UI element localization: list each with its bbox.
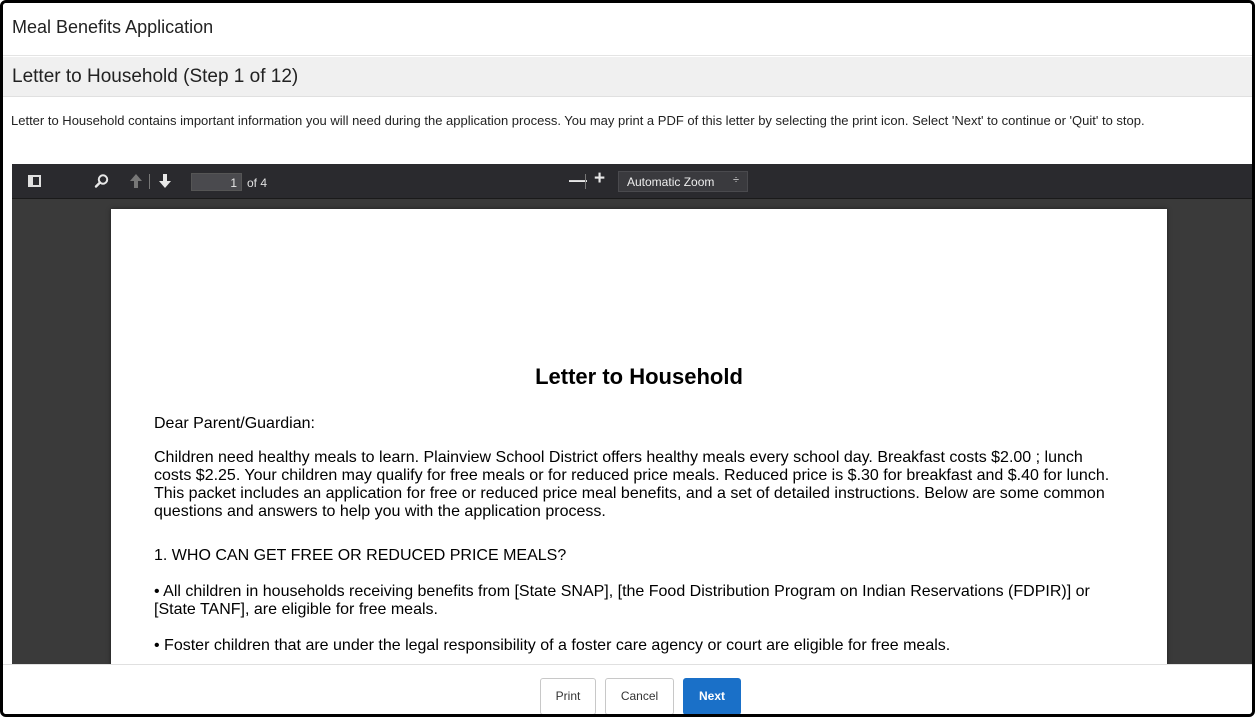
zoom-divider: [585, 174, 586, 189]
search-icon[interactable]: [94, 173, 110, 189]
arrow-up-icon[interactable]: [129, 173, 143, 189]
document-question: 1. WHO CAN GET FREE OR REDUCED PRICE MEA…: [154, 547, 567, 564]
footer-actions: Print Cancel Next: [3, 664, 1252, 714]
toolbar-divider: [149, 174, 150, 189]
document-bullet: • All children in households receiving b…: [154, 583, 1090, 618]
step-heading: Letter to Household (Step 1 of 12): [3, 57, 1252, 97]
select-caret-icon: ÷: [732, 174, 739, 186]
pdf-viewer: of 4 — + Automatic Zoom ÷ Letter to Hous…: [12, 164, 1252, 664]
next-button[interactable]: Next: [683, 678, 741, 714]
zoom-select[interactable]: Automatic Zoom ÷: [618, 171, 748, 192]
application-window: Meal Benefits Application Letter to Hous…: [0, 0, 1255, 717]
document-title: Letter to Household: [535, 364, 743, 389]
zoom-in-button[interactable]: +: [594, 169, 605, 188]
arrow-down-icon[interactable]: [158, 173, 172, 189]
pdf-toolbar: of 4 — + Automatic Zoom ÷: [12, 164, 1252, 199]
page-count: of 4: [247, 176, 268, 190]
sidebar-toggle-icon[interactable]: [28, 175, 41, 187]
document-paragraph: Children need healthy meals to learn. Pl…: [154, 449, 1110, 520]
document-greeting: Dear Parent/Guardian:: [154, 415, 315, 432]
print-button[interactable]: Print: [540, 678, 596, 714]
cancel-button[interactable]: Cancel: [605, 678, 674, 714]
instructions-text: Letter to Household contains important i…: [11, 113, 1145, 128]
document-bullet: • Foster children that are under the leg…: [154, 637, 951, 654]
app-title: Meal Benefits Application: [3, 3, 1252, 56]
zoom-select-label: Automatic Zoom: [627, 175, 715, 189]
page-number-input[interactable]: [191, 173, 242, 191]
pdf-page: Letter to Household Dear Parent/Guardian…: [111, 209, 1167, 664]
